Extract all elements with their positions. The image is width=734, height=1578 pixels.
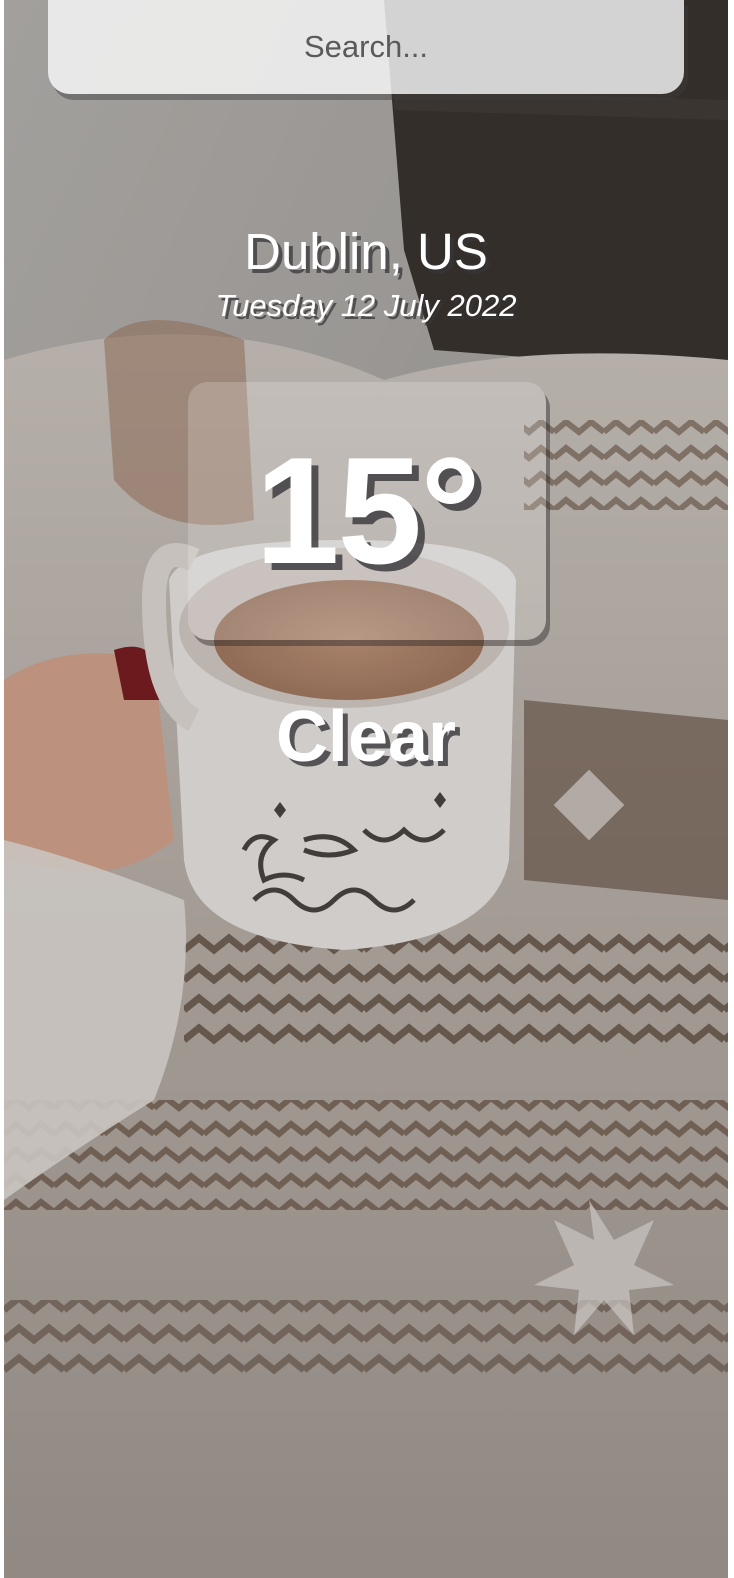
weather-condition: Clear (275, 697, 457, 777)
current-date: Tuesday 12 July 2022 (215, 288, 517, 323)
temperature-panel: 15° (188, 382, 546, 640)
temperature-value: 15° (255, 426, 481, 596)
weather-app: Dublin, US Tuesday 12 July 2022 15° Clea… (4, 0, 728, 1578)
location-name: Dublin, US (244, 223, 488, 280)
search-input[interactable] (48, 0, 684, 94)
search-bar[interactable] (48, 0, 684, 94)
